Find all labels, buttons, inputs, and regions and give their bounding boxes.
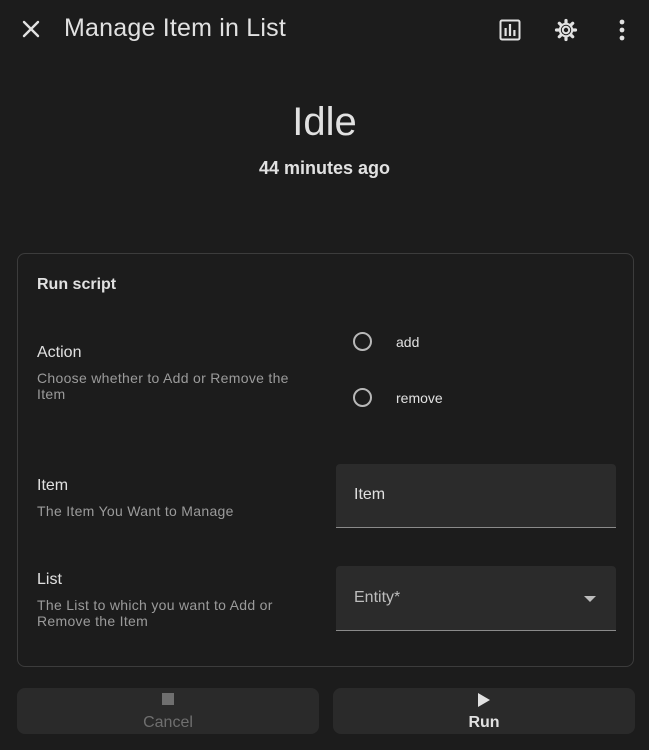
settings-button[interactable] — [546, 10, 586, 50]
dropdown-arrow-icon — [584, 596, 596, 602]
radio-button-icon[interactable] — [353, 388, 372, 407]
radio-button-icon[interactable] — [353, 332, 372, 351]
dialog-title: Manage Item in List — [64, 14, 286, 42]
radio-label-add: add — [396, 333, 420, 350]
radio-option-remove[interactable]: remove — [353, 388, 443, 407]
more-vertical-icon — [619, 19, 625, 41]
cancel-label: Cancel — [143, 714, 193, 731]
gear-icon — [554, 18, 578, 42]
item-field-name: Item — [37, 477, 69, 494]
list-field-name: List — [37, 571, 62, 588]
item-input-placeholder: Item — [354, 486, 386, 503]
play-icon — [478, 693, 490, 707]
more-options-button[interactable] — [602, 10, 642, 50]
history-chart-icon — [499, 19, 521, 41]
run-label: Run — [468, 714, 500, 731]
radio-option-add[interactable]: add — [353, 332, 419, 351]
entity-select-placeholder: Entity* — [354, 589, 401, 606]
run-button[interactable]: Run — [333, 688, 635, 734]
entity-select[interactable]: Entity* — [336, 566, 616, 631]
stop-icon — [162, 693, 174, 705]
item-field-description: The Item You Want to Manage — [37, 503, 234, 519]
action-field-description: Choose whether to Add or Remove the Item — [37, 370, 289, 402]
close-button[interactable] — [12, 10, 50, 48]
last-changed-time: 44 minutes ago — [258, 158, 391, 178]
run-script-card: Run script Action Choose whether to Add … — [17, 253, 634, 667]
state-value: Idle — [292, 100, 357, 144]
close-icon — [22, 20, 40, 38]
history-button[interactable] — [490, 10, 530, 50]
card-title: Run script — [37, 276, 117, 293]
action-field-name: Action — [37, 344, 82, 361]
radio-label-remove: remove — [396, 389, 443, 406]
top-app-bar: Manage Item in List — [0, 0, 649, 58]
list-field-description: The List to which you want to Add or Rem… — [37, 597, 273, 629]
item-input[interactable]: Item — [336, 464, 616, 528]
cancel-button[interactable]: Cancel — [17, 688, 319, 734]
